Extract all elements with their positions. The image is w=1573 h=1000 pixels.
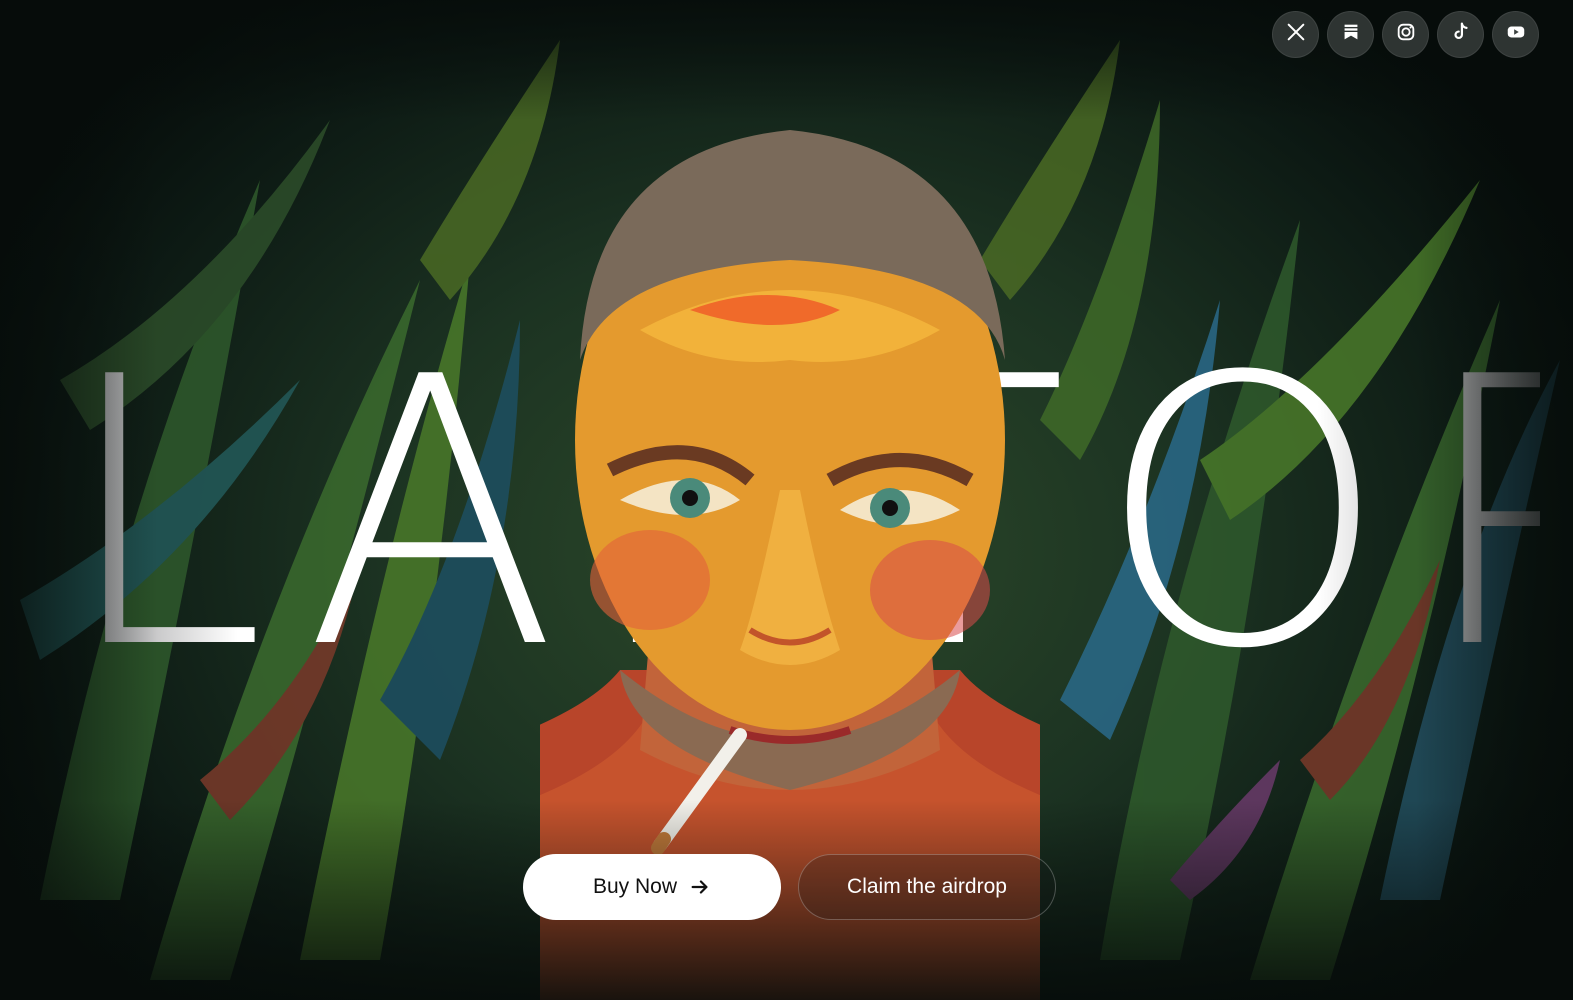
buy-now-button[interactable]: Buy Now bbox=[523, 854, 781, 920]
youtube-icon bbox=[1505, 21, 1527, 48]
claim-airdrop-button[interactable]: Claim the airdrop bbox=[798, 854, 1056, 920]
instagram-link[interactable] bbox=[1382, 11, 1429, 58]
x-link[interactable] bbox=[1272, 11, 1319, 58]
hero-section: LAPTOP bbox=[0, 0, 1573, 1000]
substack-icon bbox=[1340, 21, 1362, 48]
substack-link[interactable] bbox=[1327, 11, 1374, 58]
tiktok-link[interactable] bbox=[1437, 11, 1484, 58]
x-icon bbox=[1285, 21, 1307, 48]
arrow-right-icon bbox=[689, 876, 711, 898]
buy-now-label: Buy Now bbox=[592, 875, 678, 898]
youtube-link[interactable] bbox=[1492, 11, 1539, 58]
instagram-icon bbox=[1395, 21, 1417, 48]
social-links bbox=[1272, 11, 1539, 58]
cta-group: Buy Now Claim the airdrop bbox=[523, 854, 1056, 920]
tiktok-icon bbox=[1450, 21, 1472, 48]
claim-airdrop-label: Claim the airdrop bbox=[847, 875, 1007, 898]
